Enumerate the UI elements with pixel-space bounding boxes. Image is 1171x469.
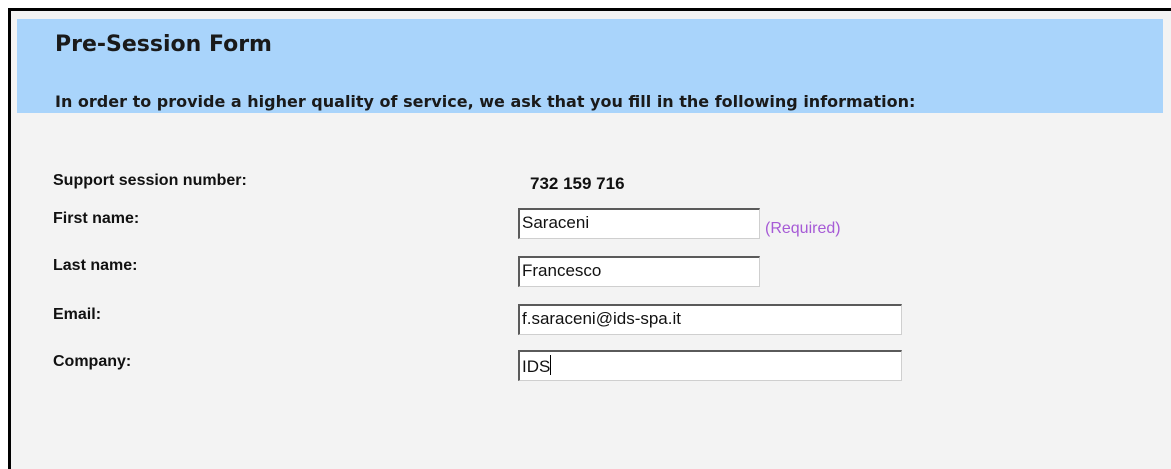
company-field[interactable]: IDS bbox=[518, 350, 902, 381]
form-title: Pre-Session Form bbox=[55, 32, 272, 57]
session-number-value: 732 159 716 bbox=[530, 174, 625, 193]
company-field-value: IDS bbox=[522, 357, 551, 376]
email-field[interactable]: f.saraceni@ids-spa.it bbox=[518, 304, 902, 335]
text-cursor bbox=[550, 355, 552, 375]
form-intro: In order to provide a higher quality of … bbox=[55, 92, 916, 111]
first-name-label: First name: bbox=[53, 210, 140, 227]
first-name-field[interactable]: Saraceni bbox=[518, 208, 760, 239]
required-hint: (Required) bbox=[765, 220, 841, 237]
last-name-label: Last name: bbox=[53, 257, 138, 274]
last-name-field[interactable]: Francesco bbox=[518, 256, 760, 287]
company-label: Company: bbox=[53, 353, 132, 370]
email-label: Email: bbox=[53, 306, 102, 323]
session-number-label: Support session number: bbox=[53, 172, 247, 189]
